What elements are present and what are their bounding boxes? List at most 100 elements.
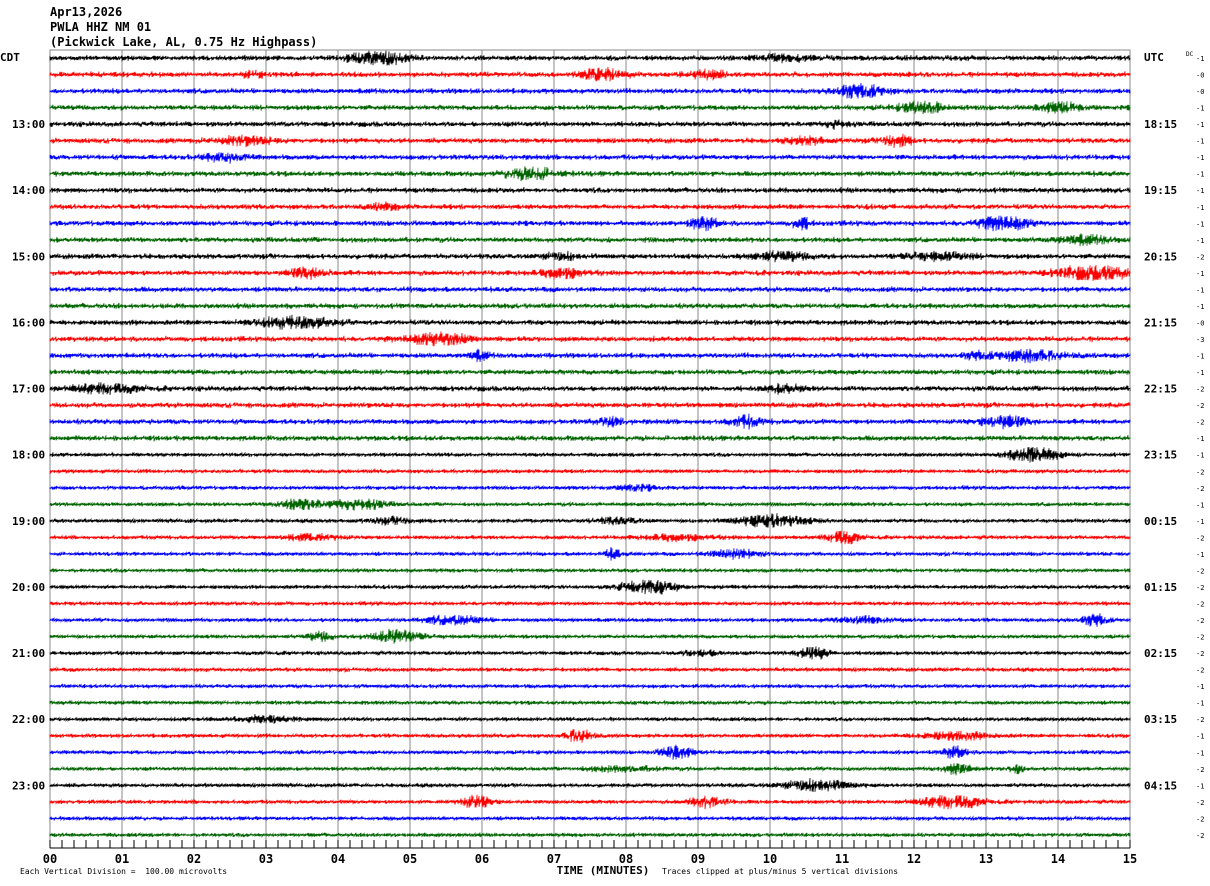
dc-offset-label: -3 <box>1196 336 1204 344</box>
dc-offset-label: -2 <box>1196 799 1204 807</box>
clip-note: Traces clipped at plus/minus 5 vertical … <box>662 867 899 876</box>
seismic-trace <box>49 600 1131 607</box>
dc-offset-label: -1 <box>1196 700 1204 708</box>
dc-offset-label: -2 <box>1196 567 1204 575</box>
dc-offset-label: -2 <box>1196 419 1204 427</box>
seismic-trace <box>49 646 1131 660</box>
seismic-trace <box>49 186 1131 194</box>
seismic-trace <box>49 83 1131 100</box>
left-hour-label: 16:00 <box>12 316 45 329</box>
dc-offset-label: -1 <box>1196 121 1204 129</box>
dc-offset-label: -1 <box>1196 518 1204 526</box>
seismic-trace <box>49 446 1131 463</box>
dc-offset-label: -1 <box>1196 237 1204 245</box>
seismic-trace <box>49 567 1131 574</box>
right-hour-label: 23:15 <box>1144 449 1177 462</box>
dc-offset-label: -2 <box>1196 386 1204 394</box>
x-tick-label: 14 <box>1051 852 1065 866</box>
seismic-trace <box>49 613 1131 627</box>
seismic-trace <box>49 513 1131 528</box>
x-tick-label: 11 <box>835 852 849 866</box>
scale-note: Each Vertical Division = 100.00 microvol… <box>20 867 228 876</box>
seismic-trace <box>49 530 1131 545</box>
seismic-trace <box>49 763 1131 776</box>
seismic-trace <box>49 729 1131 743</box>
right-hour-label: 04:15 <box>1144 779 1177 792</box>
seismic-trace <box>49 794 1131 810</box>
seismic-trace <box>49 628 1131 644</box>
seismic-trace <box>49 348 1131 364</box>
seismic-trace <box>49 201 1131 212</box>
x-tick-label: 13 <box>979 852 993 866</box>
seismic-trace <box>49 119 1131 131</box>
dc-offset-label: -2 <box>1196 584 1204 592</box>
dc-offset-label: -1 <box>1196 286 1204 294</box>
seismic-trace <box>49 682 1131 690</box>
seismic-trace <box>49 546 1131 561</box>
dc-offset-label: -2 <box>1196 253 1204 261</box>
dc-offset-label: -0 <box>1196 319 1204 327</box>
dc-offset-label: -1 <box>1196 683 1204 691</box>
x-tick-label: 00 <box>43 852 57 866</box>
seismic-trace <box>49 368 1131 376</box>
seismic-trace <box>49 579 1131 595</box>
seismic-trace <box>49 152 1131 164</box>
dc-offset-label: -2 <box>1196 634 1204 642</box>
right-hour-label: 03:15 <box>1144 713 1177 726</box>
seismic-trace <box>49 666 1131 673</box>
x-tick-label: 04 <box>331 852 345 866</box>
seismic-trace <box>49 50 1131 66</box>
dc-offset-label: -1 <box>1196 749 1204 757</box>
seismic-trace <box>49 286 1131 293</box>
seismic-trace <box>49 831 1131 839</box>
left-hour-label: 20:00 <box>12 581 45 594</box>
dc-offset-label: -2 <box>1196 832 1204 840</box>
dc-offset-label: -1 <box>1196 435 1204 443</box>
x-tick-label: 01 <box>115 852 129 866</box>
dc-offset-label: -1 <box>1196 171 1204 179</box>
helicorder-plot: 00 01 02 03 04 05 06 07 08 09 10 11 12 13 14 15TIME (MI… <box>0 49 1204 877</box>
x-tick-label: 05 <box>403 852 417 866</box>
seismic-trace <box>49 302 1131 310</box>
right-hour-label: 22:15 <box>1144 383 1177 396</box>
right-hour-label: 00:15 <box>1144 515 1177 528</box>
left-hour-label: 21:00 <box>12 647 45 660</box>
left-hour-label: 22:00 <box>12 713 45 726</box>
left-hour-label: 19:00 <box>12 515 45 528</box>
x-tick-label: 09 <box>691 852 705 866</box>
seismic-trace <box>49 215 1131 232</box>
x-tick-label: 03 <box>259 852 273 866</box>
right-hour-label: 21:15 <box>1144 316 1177 329</box>
x-axis-title: TIME (MINUTES) <box>557 864 650 877</box>
seismic-trace <box>49 714 1131 724</box>
dc-offset-label: -2 <box>1196 402 1204 410</box>
dc-offset-label: -1 <box>1196 138 1204 146</box>
right-hour-label: 01:15 <box>1144 581 1177 594</box>
right-hour-label: 18:15 <box>1144 118 1177 131</box>
seismic-trace <box>49 483 1131 493</box>
dc-label: DC <box>1186 51 1194 58</box>
dc-offset-label: -1 <box>1196 551 1204 559</box>
plot-frame <box>49 49 1131 849</box>
seismic-trace <box>49 100 1131 115</box>
left-hour-label: 14:00 <box>12 184 45 197</box>
seismic-trace <box>49 264 1131 281</box>
left-hour-label: 18:00 <box>12 449 45 462</box>
seismic-trace <box>49 382 1131 395</box>
dc-offset-label: -1 <box>1196 782 1204 790</box>
seismic-trace <box>49 331 1131 347</box>
left-hour-label: 17:00 <box>12 383 45 396</box>
left-hour-label: 15:00 <box>12 250 45 263</box>
dc-offset-label: -2 <box>1196 468 1204 476</box>
dc-offset-label: -2 <box>1196 485 1204 493</box>
dc-offset-label: -1 <box>1196 303 1204 311</box>
dc-offset-label: -2 <box>1196 766 1204 774</box>
dc-offset-label: -1 <box>1196 270 1204 278</box>
seismic-trace <box>49 467 1131 475</box>
x-tick-label: 10 <box>763 852 777 866</box>
dc-offset-label: -2 <box>1196 815 1204 823</box>
left-axis-label: CDT <box>0 51 20 64</box>
dc-offset-label: -0 <box>1196 88 1204 96</box>
dc-offset-label: -1 <box>1196 105 1204 113</box>
right-hour-label: 19:15 <box>1144 184 1177 197</box>
